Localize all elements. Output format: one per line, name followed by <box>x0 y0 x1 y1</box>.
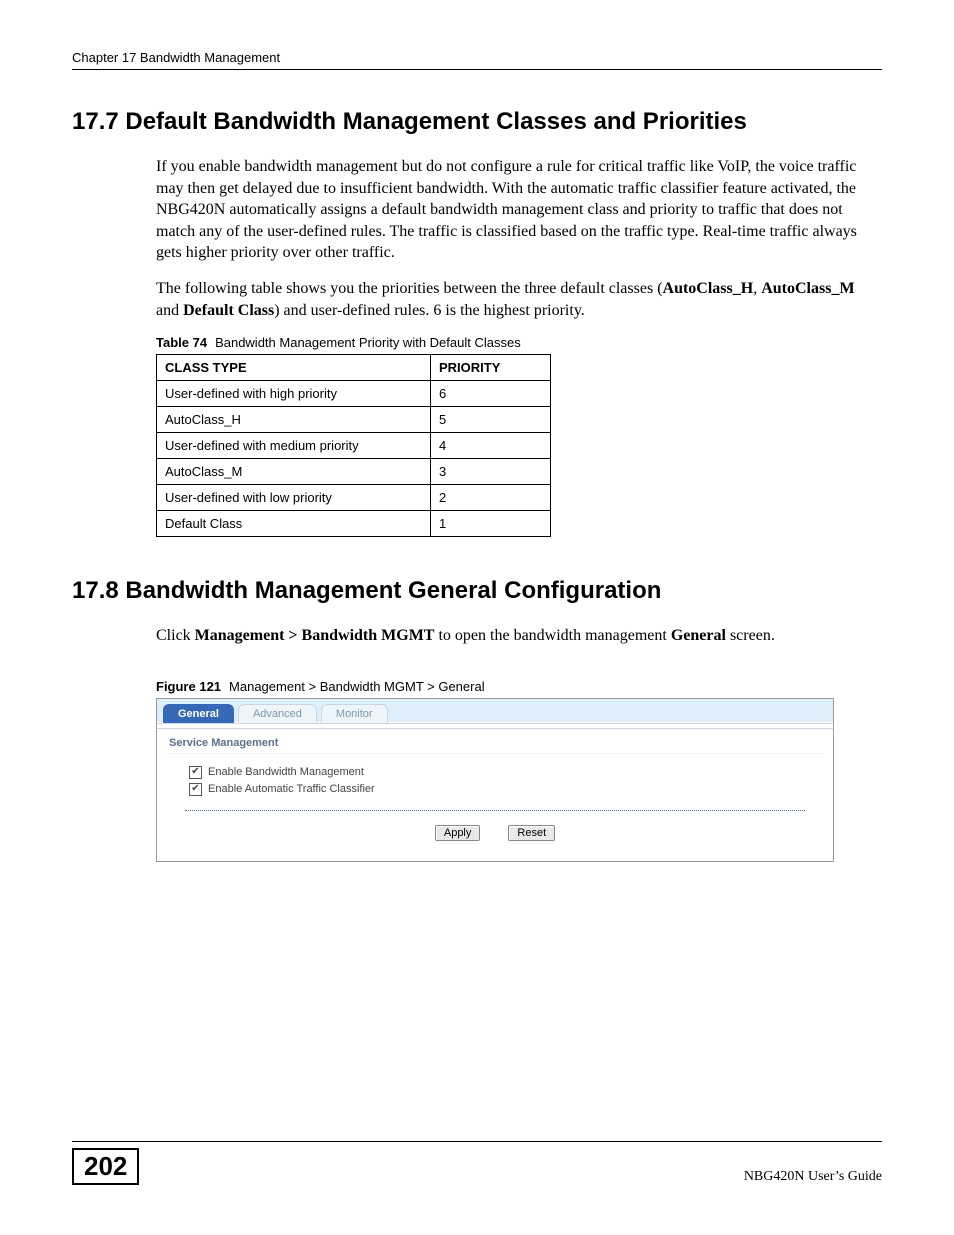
cell-class-type: User-defined with medium priority <box>157 433 431 459</box>
guide-name: NBG420N User’s Guide <box>744 1169 882 1185</box>
reset-button[interactable]: Reset <box>508 825 555 841</box>
enable-bw-mgmt-row: ✔ Enable Bandwidth Management <box>189 766 823 779</box>
para2-autoclass-h: AutoClass_H <box>663 280 754 297</box>
cell-priority: 2 <box>431 485 551 511</box>
panel-title: Service Management <box>167 735 823 754</box>
table-row: Default Class1 <box>157 511 551 537</box>
p-pre: Click <box>156 627 195 644</box>
tab-monitor[interactable]: Monitor <box>321 704 388 723</box>
table-row: AutoClass_M3 <box>157 459 551 485</box>
section-17-7-para1: If you enable bandwidth management but d… <box>156 156 872 264</box>
p-general: General <box>671 627 726 644</box>
checkbox-enable-bw-mgmt[interactable]: ✔ <box>189 766 202 779</box>
p-nav-path: Management > Bandwidth MGMT <box>195 627 435 644</box>
para2-default-class: Default Class <box>183 302 274 319</box>
figure-121-caption: Figure 121 Management > Bandwidth MGMT > … <box>156 679 872 694</box>
cell-priority: 3 <box>431 459 551 485</box>
cell-priority: 4 <box>431 433 551 459</box>
apply-button[interactable]: Apply <box>435 825 481 841</box>
cell-class-type: Default Class <box>157 511 431 537</box>
para2-c2: and <box>156 302 183 319</box>
tab-general[interactable]: General <box>163 704 234 723</box>
enable-auto-classifier-label: Enable Automatic Traffic Classifier <box>208 783 375 795</box>
cell-priority: 5 <box>431 407 551 433</box>
enable-auto-classifier-row: ✔ Enable Automatic Traffic Classifier <box>189 783 823 796</box>
service-management-panel: Service Management ✔ Enable Bandwidth Ma… <box>157 729 833 861</box>
cell-class-type: User-defined with high priority <box>157 381 431 407</box>
table-row: AutoClass_H5 <box>157 407 551 433</box>
tabs-row: General Advanced Monitor <box>157 699 833 723</box>
dotted-separator <box>185 810 805 811</box>
checkbox-enable-auto-classifier[interactable]: ✔ <box>189 783 202 796</box>
figure-121-label: Figure 121 <box>156 679 221 694</box>
table-header-row: CLASS TYPE PRIORITY <box>157 355 551 381</box>
th-class-type: CLASS TYPE <box>157 355 431 381</box>
running-header: Chapter 17 Bandwidth Management <box>72 50 882 70</box>
cell-priority: 1 <box>431 511 551 537</box>
para2-post: ) and user-defined rules. 6 is the highe… <box>274 302 585 319</box>
cell-class-type: AutoClass_M <box>157 459 431 485</box>
priority-table: CLASS TYPE PRIORITY User-defined with hi… <box>156 354 551 537</box>
section-17-8-heading: 17.8 Bandwidth Management General Config… <box>72 577 882 605</box>
table-row: User-defined with medium priority4 <box>157 433 551 459</box>
page-number: 202 <box>72 1148 139 1185</box>
table-74-label: Table 74 <box>156 335 207 350</box>
section-17-7-para2: The following table shows you the priori… <box>156 278 872 321</box>
para2-c1: , <box>753 280 761 297</box>
enable-bw-mgmt-label: Enable Bandwidth Management <box>208 766 364 778</box>
cell-priority: 6 <box>431 381 551 407</box>
bandwidth-mgmt-screenshot: General Advanced Monitor Service Managem… <box>156 698 834 862</box>
p-post: screen. <box>726 627 775 644</box>
section-17-8-para: Click Management > Bandwidth MGMT to ope… <box>156 625 872 647</box>
table-74-caption: Table 74 Bandwidth Management Priority wi… <box>156 335 872 350</box>
para2-pre: The following table shows you the priori… <box>156 280 663 297</box>
table-row: User-defined with low priority2 <box>157 485 551 511</box>
cell-class-type: AutoClass_H <box>157 407 431 433</box>
button-row: Apply Reset <box>167 819 823 861</box>
p-mid: to open the bandwidth management <box>434 627 670 644</box>
tab-advanced[interactable]: Advanced <box>238 704 317 723</box>
para2-autoclass-m: AutoClass_M <box>761 280 854 297</box>
section-17-7-heading: 17.7 Default Bandwidth Management Classe… <box>72 108 882 136</box>
page-footer: 202 NBG420N User’s Guide <box>72 1141 882 1185</box>
table-row: User-defined with high priority6 <box>157 381 551 407</box>
table-74-title: Bandwidth Management Priority with Defau… <box>215 335 521 350</box>
cell-class-type: User-defined with low priority <box>157 485 431 511</box>
figure-121-title: Management > Bandwidth MGMT > General <box>229 679 485 694</box>
footer-rule <box>72 1141 882 1142</box>
th-priority: PRIORITY <box>431 355 551 381</box>
